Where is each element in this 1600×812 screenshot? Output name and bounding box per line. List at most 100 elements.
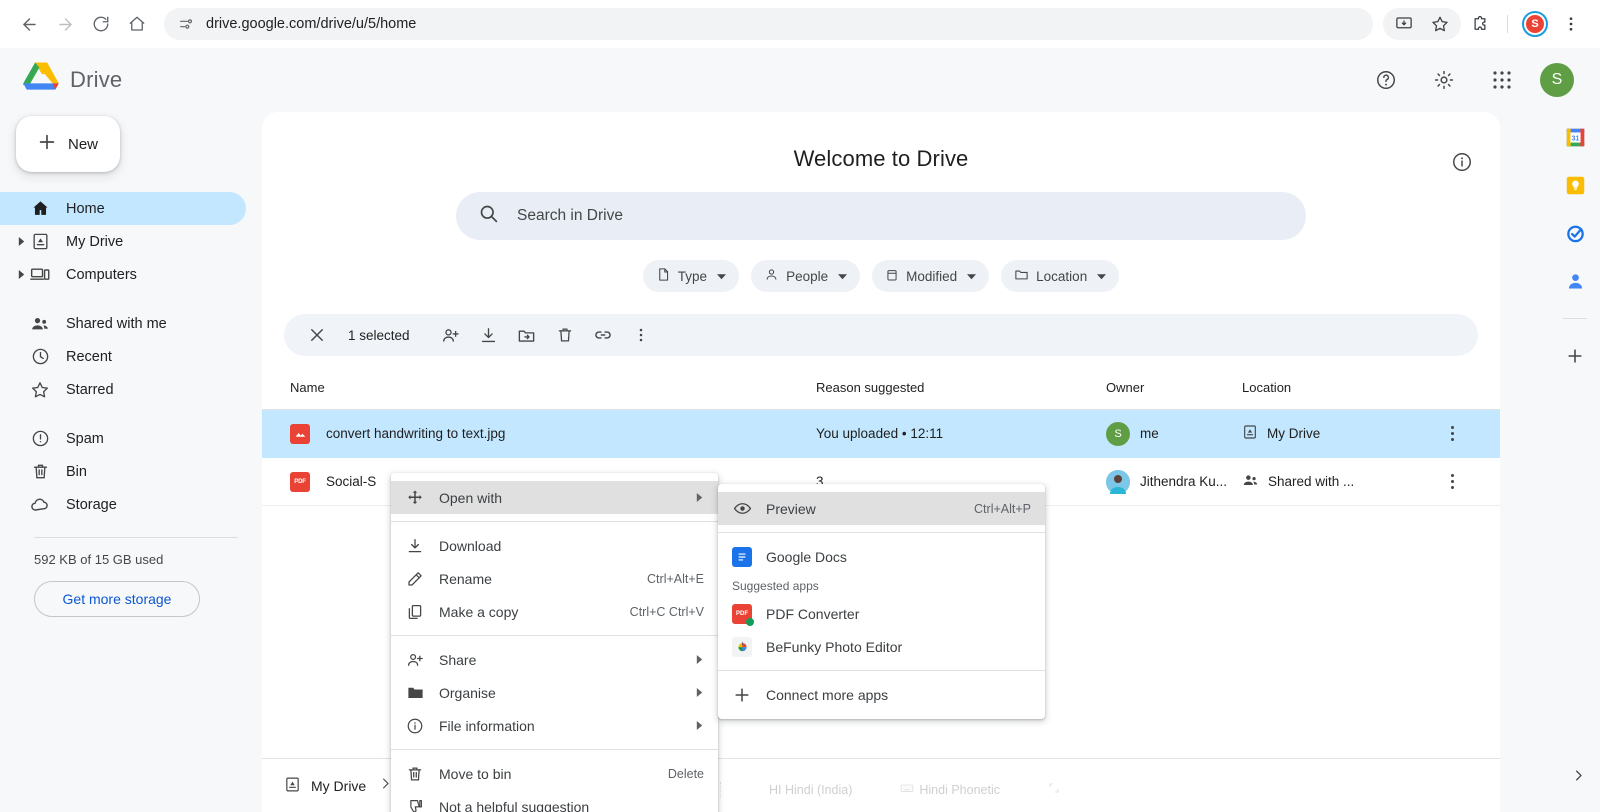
drive-header-actions: S (1366, 60, 1578, 100)
breadcrumb-my-drive[interactable]: My Drive (284, 776, 366, 796)
google-calendar-icon[interactable]: 31 (1564, 126, 1586, 148)
browser-menu-icon[interactable] (1554, 7, 1588, 41)
share-button[interactable] (432, 316, 470, 354)
more-actions-button[interactable] (622, 316, 660, 354)
google-contacts-icon[interactable] (1564, 270, 1586, 292)
submenu-item-connect-more-apps[interactable]: Connect more apps (718, 678, 1045, 711)
sidebar-item-label: Bin (66, 463, 87, 480)
move-button[interactable] (508, 316, 546, 354)
menu-item-rename[interactable]: Rename Ctrl+Alt+E (391, 562, 718, 595)
submenu-arrow-icon (695, 721, 704, 730)
chevron-right-icon[interactable] (14, 268, 28, 282)
site-settings-icon[interactable] (178, 16, 194, 32)
forward-button[interactable] (48, 7, 82, 41)
sidebar-item-shared-with-me[interactable]: Shared with me (0, 307, 246, 340)
folder-icon (1014, 267, 1029, 285)
menu-item-move-to-bin[interactable]: Move to bin Delete (391, 757, 718, 790)
new-button[interactable]: New (16, 116, 120, 172)
submenu-item-pdf-converter[interactable]: PDF PDF Converter (718, 597, 1045, 630)
apps-grid-icon[interactable] (1482, 60, 1522, 100)
download-button[interactable] (470, 316, 508, 354)
menu-separator (391, 749, 718, 750)
home-icon (30, 199, 50, 219)
extensions-puzzle-icon[interactable] (1463, 7, 1497, 41)
account-initial: S (1551, 71, 1563, 88)
column-header-location[interactable]: Location (1242, 380, 1432, 395)
add-side-panel-app-button[interactable] (1564, 345, 1586, 367)
copy-link-button[interactable] (584, 316, 622, 354)
get-more-storage-button[interactable]: Get more storage (34, 581, 200, 617)
row-menu-button[interactable] (1432, 426, 1472, 441)
submenu-section-label: Suggested apps (732, 579, 819, 593)
install-app-icon[interactable] (1387, 7, 1421, 41)
menu-separator (718, 670, 1045, 671)
sidebar-item-recent[interactable]: Recent (0, 340, 246, 373)
ime-language: HI Hindi (India) (769, 782, 853, 797)
drive-app: Drive S New Home My Drive Computers Shar… (0, 48, 1600, 812)
menu-item-share[interactable]: Share (391, 643, 718, 676)
expand-side-panel-button[interactable] (1571, 768, 1586, 788)
sidebar-item-my-drive[interactable]: My Drive (0, 225, 246, 258)
filter-chip-location[interactable]: Location (1001, 260, 1120, 292)
address-bar[interactable]: drive.google.com/drive/u/5/home (164, 8, 1373, 40)
menu-item-download[interactable]: Download (391, 529, 718, 562)
bookmark-star-icon[interactable] (1423, 7, 1457, 41)
spam-alert-icon (30, 429, 50, 449)
google-keep-icon[interactable] (1564, 174, 1586, 196)
location-cell[interactable]: Shared with ... (1242, 472, 1432, 492)
submenu-item-google-docs[interactable]: Google Docs (718, 540, 1045, 573)
submenu-item-accelerator: Ctrl+Alt+P (974, 501, 1031, 516)
sidebar-item-label: Spam (66, 430, 104, 447)
search-input[interactable]: Search in Drive (456, 192, 1306, 240)
menu-item-open-with[interactable]: Open with (391, 481, 718, 514)
submenu-item-label: Connect more apps (766, 686, 889, 703)
submenu-item-befunky-photo-editor[interactable]: BeFunky Photo Editor (718, 630, 1045, 663)
location-label: My Drive (1267, 426, 1321, 441)
filter-chip-modified[interactable]: Modified (872, 260, 990, 292)
avatar: S (1106, 421, 1130, 446)
sidebar-item-spam[interactable]: Spam (0, 422, 246, 455)
help-circle-icon[interactable] (1366, 60, 1406, 100)
owner-cell: Jithendra Ku... (1106, 469, 1242, 494)
sidebar-item-computers[interactable]: Computers (0, 258, 246, 291)
star-outline-icon (30, 380, 50, 400)
column-header-owner[interactable]: Owner (1106, 380, 1242, 395)
ime-expand-icon[interactable] (1048, 782, 1060, 797)
drive-brand[interactable]: Drive (22, 61, 122, 100)
sidebar-item-home[interactable]: Home (0, 192, 246, 225)
sidebar-item-bin[interactable]: Bin (0, 455, 246, 488)
home-button[interactable] (120, 7, 154, 41)
menu-item-file-information[interactable]: File information (391, 709, 718, 742)
browser-actions: S (1383, 7, 1588, 41)
submenu-item-preview[interactable]: Preview Ctrl+Alt+P (718, 492, 1045, 525)
sidebar-nav: Home My Drive Computers Shared with me R… (0, 192, 262, 521)
menu-item-label: File information (439, 717, 535, 734)
filter-chip-people[interactable]: People (751, 260, 861, 292)
column-header-name[interactable]: Name (290, 380, 816, 395)
clock-icon (30, 347, 50, 367)
back-button[interactable] (12, 7, 46, 41)
column-header-reason[interactable]: Reason suggested (816, 380, 1106, 395)
row-menu-button[interactable] (1432, 474, 1472, 489)
menu-item-organise[interactable]: Organise (391, 676, 718, 709)
location-cell[interactable]: My Drive (1242, 424, 1432, 443)
chevron-right-icon[interactable] (14, 235, 28, 249)
gear-icon[interactable] (1424, 60, 1464, 100)
browser-profile-avatar[interactable]: S (1522, 11, 1548, 37)
submenu-arrow-icon (695, 655, 704, 664)
google-tasks-icon[interactable] (1564, 222, 1586, 244)
befunky-icon (732, 636, 752, 657)
sidebar-item-starred[interactable]: Starred (0, 373, 246, 406)
open-with-move-icon (405, 488, 425, 508)
close-icon[interactable] (298, 316, 336, 354)
table-row[interactable]: convert handwriting to text.jpg You uplo… (262, 410, 1500, 458)
menu-item-not-a-helpful-suggestion[interactable]: Not a helpful suggestion (391, 790, 718, 812)
info-circle-icon[interactable] (1448, 148, 1476, 176)
menu-item-label: Share (439, 651, 477, 668)
filter-chip-type[interactable]: Type (642, 260, 740, 292)
menu-item-make-a-copy[interactable]: Make a copy Ctrl+C Ctrl+V (391, 595, 718, 628)
delete-button[interactable] (546, 316, 584, 354)
reload-button[interactable] (84, 7, 118, 41)
sidebar-item-storage[interactable]: Storage (0, 488, 246, 521)
account-avatar[interactable]: S (1540, 63, 1574, 97)
